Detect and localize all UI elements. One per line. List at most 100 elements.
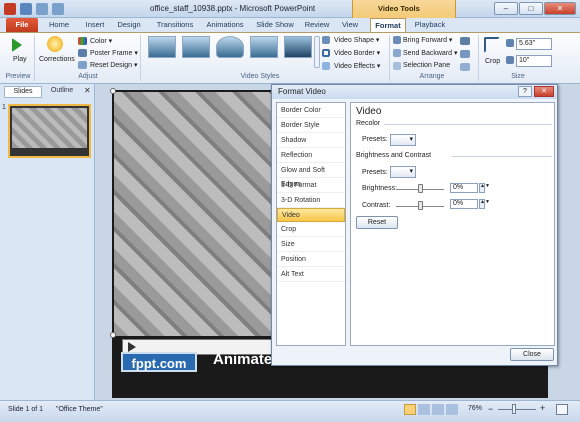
minimize-button[interactable]: – xyxy=(494,2,518,15)
reset-design-button[interactable]: Reset Design ▾ xyxy=(90,61,137,69)
crop-button[interactable]: Crop xyxy=(485,58,500,65)
group-icon[interactable] xyxy=(460,50,470,58)
nav-crop[interactable]: Crop xyxy=(277,223,345,237)
nav-reflection[interactable]: Reflection xyxy=(277,149,345,163)
tab-insert[interactable]: Insert xyxy=(80,18,110,32)
nav-border-style[interactable]: Border Style xyxy=(277,119,345,133)
rotate-icon[interactable] xyxy=(460,63,470,71)
save-icon[interactable] xyxy=(20,3,32,15)
bring-forward-icon xyxy=(393,36,401,44)
nav-3d-rotation[interactable]: 3-D Rotation xyxy=(277,194,345,208)
tab-transitions[interactable]: Transitions xyxy=(152,18,198,32)
zoom-level[interactable]: 76% xyxy=(468,405,482,412)
divider xyxy=(384,124,552,125)
reset-design-icon xyxy=(78,61,87,69)
close-pane-button[interactable]: ✕ xyxy=(84,86,91,95)
video-effects-icon xyxy=(322,62,330,70)
height-field[interactable]: 5.63" xyxy=(516,38,552,50)
width-field[interactable]: 10" xyxy=(516,55,552,67)
slide-number: 1 xyxy=(2,104,6,111)
group-arrange-label: Arrange xyxy=(419,73,445,80)
video-style-thumb[interactable] xyxy=(284,36,312,58)
fit-slide-icon[interactable] xyxy=(556,404,568,415)
recolor-presets-dropdown[interactable]: ▾ xyxy=(390,134,416,146)
close-dialog-button[interactable]: ✕ xyxy=(534,86,554,97)
tab-outline[interactable]: Outline xyxy=(44,86,80,98)
nav-border-color[interactable]: Border Color xyxy=(277,104,345,118)
reading-view-icon[interactable] xyxy=(432,404,444,415)
zoom-out-button[interactable]: − xyxy=(488,404,493,414)
nav-video[interactable]: Video xyxy=(277,208,345,222)
color-button[interactable]: Color ▾ xyxy=(90,37,112,45)
poster-frame-button[interactable]: Poster Frame ▾ xyxy=(90,49,138,57)
height-icon xyxy=(506,39,514,47)
brightness-contrast-heading: Brightness and Contrast xyxy=(356,152,432,159)
bring-forward-button[interactable]: Bring Forward ▾ xyxy=(403,36,452,44)
video-style-thumb[interactable] xyxy=(216,36,244,58)
nav-size[interactable]: Size xyxy=(277,238,345,252)
contrast-field[interactable]: 0% xyxy=(450,199,478,209)
video-shape-button[interactable]: Video Shape ▾ xyxy=(334,36,379,44)
corrections-icon[interactable] xyxy=(47,36,63,52)
tab-slide-show[interactable]: Slide Show xyxy=(254,18,296,32)
group-video-styles-label: Video Styles xyxy=(240,73,280,80)
contrast-label: Contrast: xyxy=(362,202,391,209)
powerpoint-app-icon[interactable] xyxy=(4,3,16,15)
tab-format[interactable]: Format xyxy=(370,18,406,32)
normal-view-icon[interactable] xyxy=(404,404,416,415)
video-play-icon[interactable] xyxy=(128,342,136,352)
video-style-thumb[interactable] xyxy=(182,36,210,58)
video-border-icon xyxy=(322,49,330,57)
close-window-button[interactable]: ✕ xyxy=(544,2,576,15)
selection-pane-button[interactable]: Selection Pane xyxy=(403,62,450,69)
nav-position[interactable]: Position xyxy=(277,253,345,267)
crop-icon[interactable] xyxy=(484,37,500,53)
help-button[interactable]: ? xyxy=(518,86,532,97)
nav-shadow[interactable]: Shadow xyxy=(277,134,345,148)
zoom-in-button[interactable]: + xyxy=(540,403,545,413)
tab-file[interactable]: File xyxy=(6,18,38,32)
reset-button[interactable]: Reset xyxy=(356,216,398,229)
video-effects-button[interactable]: Video Effects ▾ xyxy=(334,62,380,70)
zoom-slider-track[interactable] xyxy=(498,409,536,410)
resize-handle[interactable] xyxy=(110,88,116,94)
nav-glow-soft-edges[interactable]: Glow and Soft Edges xyxy=(277,164,345,188)
tab-view[interactable]: View xyxy=(338,18,362,32)
tab-playback[interactable]: Playback xyxy=(410,18,450,32)
align-icon[interactable] xyxy=(460,37,470,45)
tab-animations[interactable]: Animations xyxy=(203,18,247,32)
corrections-button[interactable]: Corrections xyxy=(39,56,75,63)
resize-handle[interactable] xyxy=(110,332,116,338)
brightness-spinner[interactable]: ▲▼ xyxy=(479,183,490,193)
tab-slides[interactable]: Slides xyxy=(4,86,42,98)
slideshow-view-icon[interactable] xyxy=(446,404,458,415)
nav-alt-text[interactable]: Alt Text xyxy=(277,268,345,282)
contrast-slider-thumb[interactable] xyxy=(418,201,423,210)
video-style-thumb[interactable] xyxy=(250,36,278,58)
slide-sorter-icon[interactable] xyxy=(418,404,430,415)
brightness-field[interactable]: 0% xyxy=(450,183,478,193)
video-style-thumb[interactable] xyxy=(148,36,176,58)
bc-presets-dropdown[interactable]: ▾ xyxy=(390,166,416,178)
maximize-button[interactable]: □ xyxy=(519,2,543,15)
gallery-scroll[interactable] xyxy=(314,36,320,68)
redo-icon[interactable] xyxy=(52,3,64,15)
close-button[interactable]: Close xyxy=(510,348,554,361)
recolor-presets-label: Presets: xyxy=(362,136,388,143)
video-border-button[interactable]: Video Border ▾ xyxy=(334,49,380,57)
nav-3d-format[interactable]: 3-D Format xyxy=(277,179,345,193)
undo-icon[interactable] xyxy=(36,3,48,15)
slide-count: Slide 1 of 1 xyxy=(8,406,44,413)
play-button[interactable]: Play xyxy=(13,56,27,63)
zoom-slider-thumb[interactable] xyxy=(512,404,516,414)
tab-home[interactable]: Home xyxy=(44,18,74,32)
send-backward-button[interactable]: Send Backward ▾ xyxy=(403,49,458,57)
contrast-spinner[interactable]: ▲▼ xyxy=(479,199,490,209)
video-frame[interactable] xyxy=(114,92,274,336)
slide-thumbnail[interactable] xyxy=(8,104,91,158)
tab-review[interactable]: Review xyxy=(302,18,332,32)
play-icon[interactable] xyxy=(12,38,22,52)
tab-design[interactable]: Design xyxy=(114,18,144,32)
brightness-slider-thumb[interactable] xyxy=(418,184,423,193)
thumbnail-image xyxy=(12,108,87,148)
